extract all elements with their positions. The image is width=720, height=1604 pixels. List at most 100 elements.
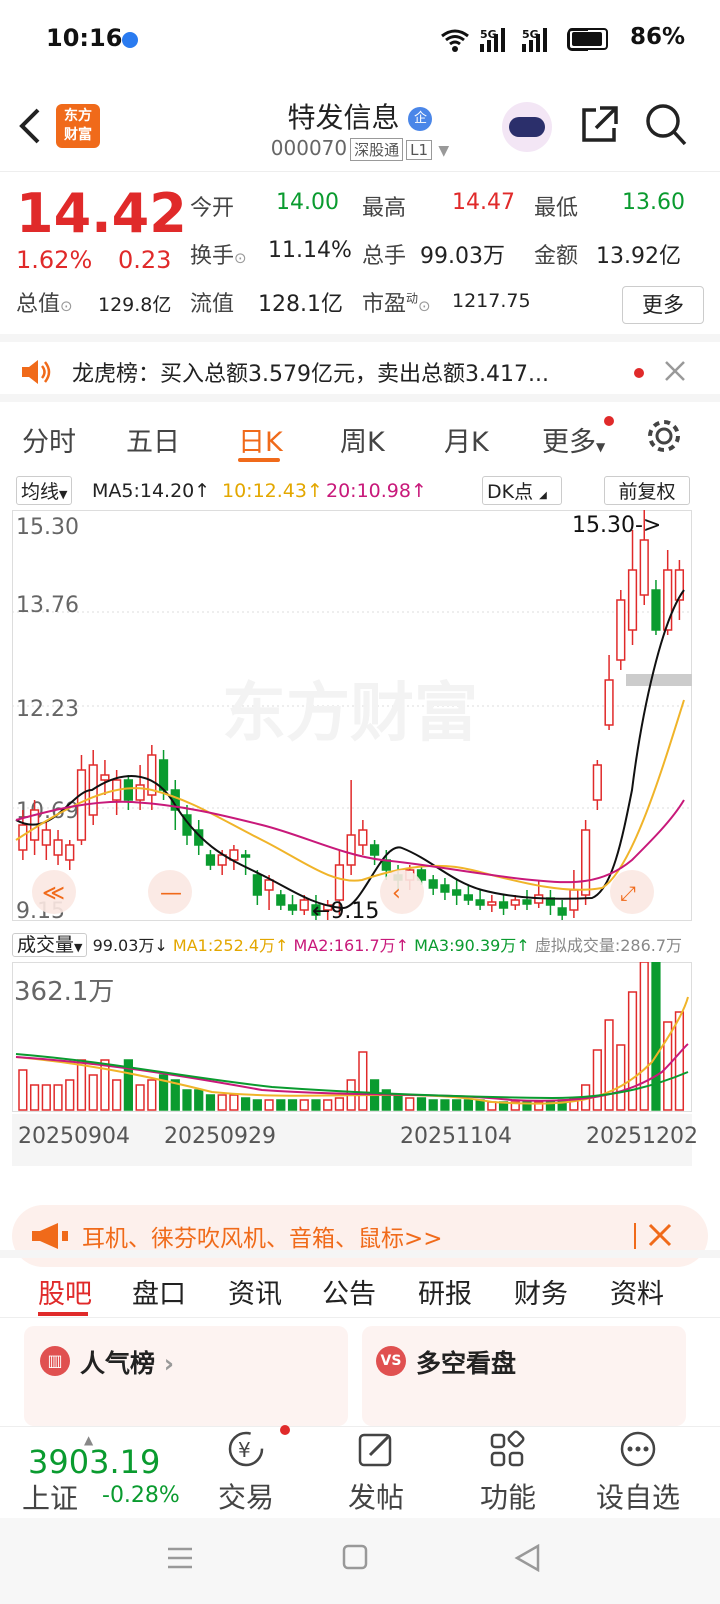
more-button[interactable]: 更多 bbox=[622, 286, 704, 324]
status-bar: 10:16 5G 5G 86% bbox=[0, 0, 720, 80]
index-name: 上证 bbox=[22, 1482, 79, 1515]
volume-bar bbox=[182, 1089, 192, 1111]
volume-bar bbox=[135, 1084, 145, 1111]
popularity-card[interactable]: ▥ 人气榜 › bbox=[24, 1326, 348, 1426]
volume-bar bbox=[264, 1099, 274, 1111]
mcap-label: 总值⊙ bbox=[16, 292, 73, 317]
high-label: 最高 bbox=[362, 196, 407, 221]
volume-label: 总手 bbox=[362, 244, 407, 269]
amount-label: 金额 bbox=[534, 244, 579, 269]
dropdown-icon: ▼ bbox=[438, 143, 450, 159]
float-value: 128.1亿 bbox=[258, 292, 343, 317]
bull-bear-title: 多空看盘 bbox=[416, 1349, 517, 1378]
date-label-1: 20250904 bbox=[18, 1124, 130, 1149]
guba-underline bbox=[38, 1312, 88, 1316]
candle-body bbox=[522, 899, 532, 905]
virtual-volume: 虚拟成交量:286.7万 bbox=[534, 936, 683, 955]
tab-fenshi[interactable]: 分时 bbox=[22, 420, 76, 459]
volume-bar bbox=[358, 1051, 368, 1111]
notice-bar[interactable]: 龙虎榜：买入总额3.579亿元，卖出总额3.417... bbox=[0, 334, 720, 402]
info-icon: ⊙ bbox=[60, 297, 73, 315]
status-time: 10:16 bbox=[46, 24, 123, 52]
vol-ma3: MA3:90.39万↑ bbox=[414, 936, 530, 955]
date-label-3: 20251104 bbox=[400, 1124, 512, 1149]
tab-profile[interactable]: 资料 bbox=[610, 1272, 664, 1311]
volume-bar bbox=[299, 1099, 309, 1111]
robot-avatar[interactable] bbox=[502, 102, 552, 152]
close-icon[interactable] bbox=[664, 360, 686, 382]
enterprise-badge: 企 bbox=[408, 107, 433, 131]
tab-day-k[interactable]: 日K bbox=[238, 420, 283, 459]
candle-body bbox=[158, 759, 169, 791]
add-favorite-button[interactable]: 设自选 bbox=[592, 1429, 684, 1516]
function-button[interactable]: 功能 bbox=[476, 1429, 540, 1516]
volume-selector[interactable]: 成交量▼ bbox=[12, 933, 88, 957]
stock-header: 东方 财富 特发信息 企 000070 深股通 L1 ▼ bbox=[0, 80, 720, 172]
tab-month-k[interactable]: 月K bbox=[444, 420, 489, 459]
stock-name: 特发信息 bbox=[287, 101, 400, 134]
volume-bar bbox=[674, 1011, 685, 1111]
svg-text:⤢: ⤢ bbox=[620, 881, 636, 905]
stock-code: 000070 bbox=[270, 136, 348, 160]
menu-icon[interactable] bbox=[166, 1544, 194, 1572]
ad-text: 耳机、徕芬吹风机、音箱、鼠标>> bbox=[82, 1226, 443, 1252]
tab-news[interactable]: 资讯 bbox=[228, 1272, 282, 1311]
tab-pankou[interactable]: 盘口 bbox=[132, 1272, 186, 1311]
volume-chart[interactable]: 362.1万 bbox=[12, 962, 692, 1112]
candle-body bbox=[41, 829, 51, 846]
candle-body bbox=[252, 874, 262, 896]
volume-bar bbox=[393, 1095, 403, 1111]
search-icon[interactable] bbox=[644, 102, 688, 148]
volume-bar bbox=[205, 1094, 216, 1111]
scroll-left-button[interactable] bbox=[380, 870, 424, 914]
index-value: 3903.19 bbox=[28, 1443, 161, 1481]
tab-announce[interactable]: 公告 bbox=[322, 1272, 376, 1311]
tab-finance[interactable]: 财务 bbox=[514, 1272, 568, 1311]
volume-bar bbox=[18, 1069, 28, 1111]
tab-week-k[interactable]: 周K bbox=[340, 420, 385, 459]
post-button[interactable]: 发帖 bbox=[344, 1429, 408, 1516]
float-label: 流值 bbox=[190, 292, 235, 317]
tab-five-day[interactable]: 五日 bbox=[126, 420, 180, 459]
candle-body bbox=[569, 889, 579, 911]
active-tab-underline bbox=[238, 458, 280, 462]
ma-selector[interactable]: 均线▼ bbox=[16, 476, 73, 505]
share-icon[interactable] bbox=[578, 104, 620, 146]
svg-text:—: — bbox=[160, 881, 182, 906]
candle-body bbox=[241, 854, 251, 858]
bull-bear-card[interactable]: VS 多空看盘 bbox=[362, 1326, 686, 1426]
signal-icons: 5G 5G bbox=[441, 28, 588, 52]
volume-bar bbox=[252, 1099, 262, 1111]
info-icon: ⊙ bbox=[418, 297, 431, 315]
back-nav-icon[interactable] bbox=[514, 1544, 540, 1572]
dk-point-button[interactable]: DK点 ◢ bbox=[482, 476, 562, 505]
candle-body bbox=[100, 774, 110, 781]
svg-text:‹: ‹ bbox=[392, 881, 401, 906]
date-label-4: 20251202 bbox=[586, 1124, 698, 1149]
home-icon[interactable] bbox=[342, 1544, 368, 1570]
settings-gear-icon[interactable] bbox=[644, 416, 684, 456]
tab-research[interactable]: 研报 bbox=[418, 1272, 472, 1311]
volume-bar bbox=[112, 1079, 122, 1111]
ad-close-icon[interactable] bbox=[648, 1223, 672, 1247]
pe-value: 1217.75 bbox=[452, 290, 531, 312]
amount-value: 13.92亿 bbox=[596, 244, 681, 269]
candle-body bbox=[604, 679, 614, 726]
trade-button[interactable]: ¥ 交易 bbox=[214, 1429, 278, 1516]
index-widget[interactable]: ▲ 3903.19 上证 -0.28% bbox=[18, 1433, 188, 1515]
volume-bar bbox=[241, 1097, 251, 1111]
adjust-button[interactable]: 前复权 bbox=[604, 476, 690, 505]
edit-icon bbox=[358, 1433, 392, 1467]
kline-chart[interactable]: 东方财富 15.30 13.76 12.23 10.69 9.15 15.30-… bbox=[12, 510, 692, 922]
tab-more[interactable]: 更多▼ bbox=[542, 420, 605, 459]
watermark: 东方财富 bbox=[222, 677, 478, 751]
candle-body bbox=[123, 779, 133, 801]
tab-guba[interactable]: 股吧 bbox=[38, 1272, 92, 1311]
battery-icon bbox=[568, 28, 608, 50]
ad-divider bbox=[634, 1223, 636, 1249]
bottom-bar: ▲ 3903.19 上证 -0.28% ¥ 交易 发帖 功能 设自选 bbox=[0, 1425, 720, 1518]
popularity-title: 人气榜 › bbox=[80, 1349, 175, 1378]
candle-body bbox=[616, 599, 626, 661]
info-icon: ⊙ bbox=[234, 249, 247, 267]
volume-bar bbox=[627, 991, 638, 1111]
